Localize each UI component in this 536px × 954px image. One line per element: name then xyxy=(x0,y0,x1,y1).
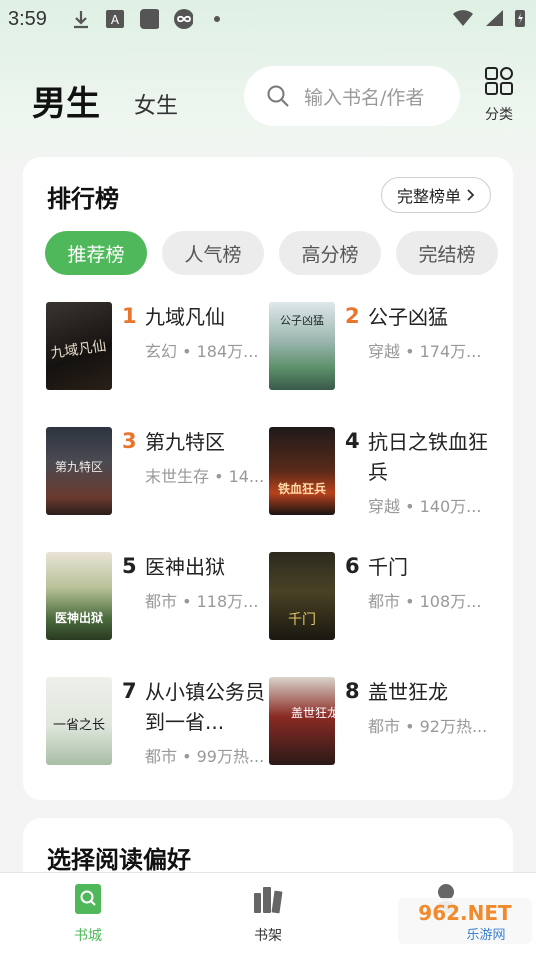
category-button[interactable]: 分类 xyxy=(478,66,520,124)
book-item[interactable]: 一省之长 7 从小镇公务员到一省... 都市 • 99万热... xyxy=(46,677,268,777)
ranking-card: 排行榜 完整榜单 推荐榜 人气榜 高分榜 完结榜 九域凡仙 1 九域凡仙 玄幻 … xyxy=(23,157,513,800)
book-meta: 都市 • 92万热... xyxy=(368,717,488,736)
book-item[interactable]: 盖世狂龙 8 盖世狂龙 都市 • 92万热... xyxy=(269,677,491,777)
chip-popular[interactable]: 人气榜 xyxy=(162,231,264,275)
bookshelf-icon xyxy=(254,887,283,914)
nav-bookshelf-label: 书架 xyxy=(254,928,282,944)
book-rank: 2 xyxy=(345,304,360,328)
book-item[interactable]: 九域凡仙 1 九域凡仙 玄幻 • 184万... xyxy=(46,302,268,402)
book-title: 从小镇公务员到一省... xyxy=(145,680,265,734)
book-cover: 盖世狂龙 xyxy=(269,677,335,765)
nav-bookshelf[interactable]: 书架 xyxy=(228,883,308,945)
watermark-logo: 962.NET 乐游网 xyxy=(398,894,532,948)
book-cover: 九域凡仙 xyxy=(46,302,112,390)
book-rank: 1 xyxy=(122,304,137,328)
book-rank: 7 xyxy=(122,679,137,703)
cover-text: 公子凶猛 xyxy=(280,314,324,327)
ranking-title: 排行榜 xyxy=(47,185,119,213)
book-rank: 6 xyxy=(345,554,360,578)
book-cover: 千门 xyxy=(269,552,335,640)
ranking-chips: 推荐榜 人气榜 高分榜 完结榜 xyxy=(45,231,498,275)
cover-text: 铁血狂兵 xyxy=(278,481,326,496)
book-rank: 5 xyxy=(122,554,137,578)
search-placeholder: 输入书名/作者 xyxy=(304,86,425,109)
book-title: 抗日之铁血狂兵 xyxy=(368,430,488,484)
tab-female[interactable]: 女生 xyxy=(134,88,178,120)
download-icon xyxy=(71,9,91,29)
book-item[interactable]: 公子凶猛 2 公子凶猛 穿越 • 174万... xyxy=(269,302,491,402)
chip-recommend[interactable]: 推荐榜 xyxy=(45,231,147,275)
book-meta: 都市 • 118万... xyxy=(145,592,259,611)
dot-icon xyxy=(207,9,227,29)
category-label: 分类 xyxy=(485,107,513,123)
book-rank: 8 xyxy=(345,679,360,703)
cover-text: 九域凡仙 xyxy=(50,338,108,362)
book-title: 盖世狂龙 xyxy=(368,680,448,704)
book-title: 第九特区 xyxy=(145,430,225,454)
watermark-line1: 962.NET xyxy=(418,901,512,925)
svg-text:A: A xyxy=(111,13,120,27)
book-cover: 铁血狂兵 xyxy=(269,427,335,515)
book-meta: 穿越 • 174万... xyxy=(368,342,482,361)
book-title: 医神出狱 xyxy=(145,555,225,579)
book-item[interactable]: 医神出狱 5 医神出狱 都市 • 118万... xyxy=(46,552,268,652)
book-rank: 4 xyxy=(345,429,360,453)
nav-bookstore[interactable]: 书城 xyxy=(48,883,128,945)
cover-text: 医神出狱 xyxy=(55,610,103,625)
battery-icon xyxy=(514,8,526,33)
book-rank: 3 xyxy=(122,429,137,453)
full-list-button[interactable]: 完整榜单 xyxy=(381,177,491,213)
status-time: 3:59 xyxy=(8,7,47,30)
chip-completed[interactable]: 完结榜 xyxy=(396,231,498,275)
watermark-line2: 乐游网 xyxy=(466,928,505,943)
grid-icon xyxy=(485,67,513,95)
cover-text: 一省之长 xyxy=(53,718,105,733)
cover-text: 千门 xyxy=(288,612,316,628)
book-title: 九域凡仙 xyxy=(145,305,225,329)
book-meta: 玄幻 • 184万... xyxy=(145,342,259,361)
infinity-icon xyxy=(173,9,193,29)
book-item[interactable]: 铁血狂兵 4 抗日之铁血狂兵 穿越 • 140万... xyxy=(269,427,491,527)
book-cover: 医神出狱 xyxy=(46,552,112,640)
cover-text: 第九特区 xyxy=(55,459,103,474)
chip-high-score[interactable]: 高分榜 xyxy=(279,231,381,275)
bookstore-icon xyxy=(75,884,101,914)
book-title: 公子凶猛 xyxy=(368,305,448,329)
book-item[interactable]: 千门 6 千门 都市 • 108万... xyxy=(269,552,491,652)
full-list-label: 完整榜单 xyxy=(396,187,461,206)
signal-icon xyxy=(484,9,504,32)
book-title: 千门 xyxy=(368,555,408,579)
cover-text: 盖世狂龙 xyxy=(291,706,335,720)
app-square-icon xyxy=(139,9,159,29)
search-input[interactable]: 输入书名/作者 xyxy=(244,66,460,126)
book-cover: 第九特区 xyxy=(46,427,112,515)
header: 男生 女生 输入书名/作者 分类 xyxy=(0,66,536,130)
book-meta: 都市 • 99万热... xyxy=(145,747,265,766)
wifi-icon xyxy=(452,9,474,32)
book-item[interactable]: 第九特区 3 第九特区 末世生存 • 14... xyxy=(46,427,268,527)
book-cover: 一省之长 xyxy=(46,677,112,765)
book-meta: 穿越 • 140万... xyxy=(368,497,482,516)
book-cover: 公子凶猛 xyxy=(269,302,335,390)
search-icon xyxy=(267,85,289,107)
preference-title: 选择阅读偏好 xyxy=(47,846,191,874)
book-meta: 末世生存 • 14... xyxy=(145,467,265,486)
book-meta: 都市 • 108万... xyxy=(368,592,482,611)
app-a-icon: A xyxy=(105,9,125,29)
chevron-right-icon xyxy=(467,189,475,201)
tab-male[interactable]: 男生 xyxy=(32,76,100,125)
status-bar: 3:59 A xyxy=(0,0,536,38)
nav-bookstore-label: 书城 xyxy=(74,928,102,944)
